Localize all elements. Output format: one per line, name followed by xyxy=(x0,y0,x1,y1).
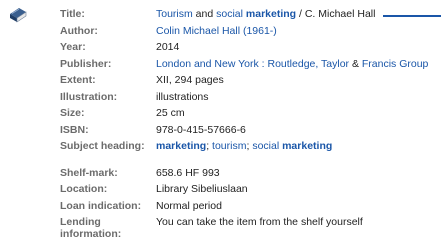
title-link-social[interactable]: social xyxy=(216,8,243,20)
illustration-row: Illustration: illustrations xyxy=(60,91,428,108)
lending-label: Lending information: xyxy=(60,216,122,240)
title-link-tourism[interactable]: Tourism xyxy=(156,8,193,20)
extent-label: Extent: xyxy=(60,74,96,86)
title-row: Title: Tourism and social marketing / C.… xyxy=(60,8,428,25)
loan-value: Normal period xyxy=(156,199,222,212)
author-row: Author: Colin Michael Hall (1961-) xyxy=(60,25,428,42)
loan-row: Loan indication: Normal period xyxy=(60,200,428,217)
subject-link-social-marketing[interactable]: marketing xyxy=(282,140,332,152)
lending-value: You can take the item from the shelf you… xyxy=(156,216,363,228)
extent-row: Extent: XII, 294 pages xyxy=(60,74,428,91)
illustration-value: illustrations xyxy=(156,90,209,103)
year-label: Year: xyxy=(60,41,86,53)
subject-link-social[interactable]: social xyxy=(252,140,279,152)
publisher-amp: & xyxy=(349,57,362,70)
shelfmark-value: 658.6 HF 993 xyxy=(156,166,220,179)
isbn-row: ISBN: 978-0-415-57666-6 xyxy=(60,124,428,141)
location-value: Library Sibeliuslaan xyxy=(156,183,248,195)
isbn-label: ISBN: xyxy=(60,123,89,136)
publisher-link[interactable]: London and New York : Routledge, Taylor xyxy=(156,58,349,70)
size-row: Size: 25 cm xyxy=(60,107,428,124)
year-value: 2014 xyxy=(156,41,180,53)
title-author: / C. Michael Hall xyxy=(296,8,376,20)
title-label: Title: xyxy=(60,8,85,20)
publisher-row: Publisher: London and New York : Routled… xyxy=(60,58,428,75)
title-and: and xyxy=(192,8,217,20)
book-icon xyxy=(10,8,27,23)
publisher-label: Publisher: xyxy=(60,57,112,70)
extent-value: XII, 294 pages xyxy=(156,74,224,86)
publisher-link-2[interactable]: Francis Group xyxy=(362,58,429,70)
location-row: Location: Library Sibeliuslaan xyxy=(60,183,428,200)
location-label: Location: xyxy=(60,183,108,195)
shelfmark-row: Shelf-mark: 658.6 HF 993 xyxy=(60,167,428,184)
illustration-label: Illustration: xyxy=(60,90,118,103)
shelfmark-label: Shelf-mark: xyxy=(60,166,118,179)
subject-row: Subject heading: marketing; tourism; soc… xyxy=(60,140,428,157)
loan-label: Loan indication: xyxy=(60,199,142,212)
author-link[interactable]: Colin Michael Hall (1961-) xyxy=(156,25,277,37)
size-label: Size: xyxy=(60,107,85,119)
author-label: Author: xyxy=(60,24,98,37)
subject-link-tourism[interactable]: tourism xyxy=(212,140,246,152)
spacer-row xyxy=(60,157,428,167)
subject-label: Subject heading: xyxy=(60,140,145,152)
lending-row: Lending information: You can take the it… xyxy=(60,216,428,242)
size-value: 25 cm xyxy=(156,107,185,119)
isbn-value: 978-0-415-57666-6 xyxy=(156,123,246,136)
title-link-marketing[interactable]: marketing xyxy=(246,8,296,20)
subject-link-marketing[interactable]: marketing xyxy=(156,140,206,152)
bibliographic-record: Title: Tourism and social marketing / C.… xyxy=(60,8,428,242)
year-row: Year: 2014 xyxy=(60,41,428,58)
title-value: Tourism and social marketing / C. Michae… xyxy=(156,8,428,25)
